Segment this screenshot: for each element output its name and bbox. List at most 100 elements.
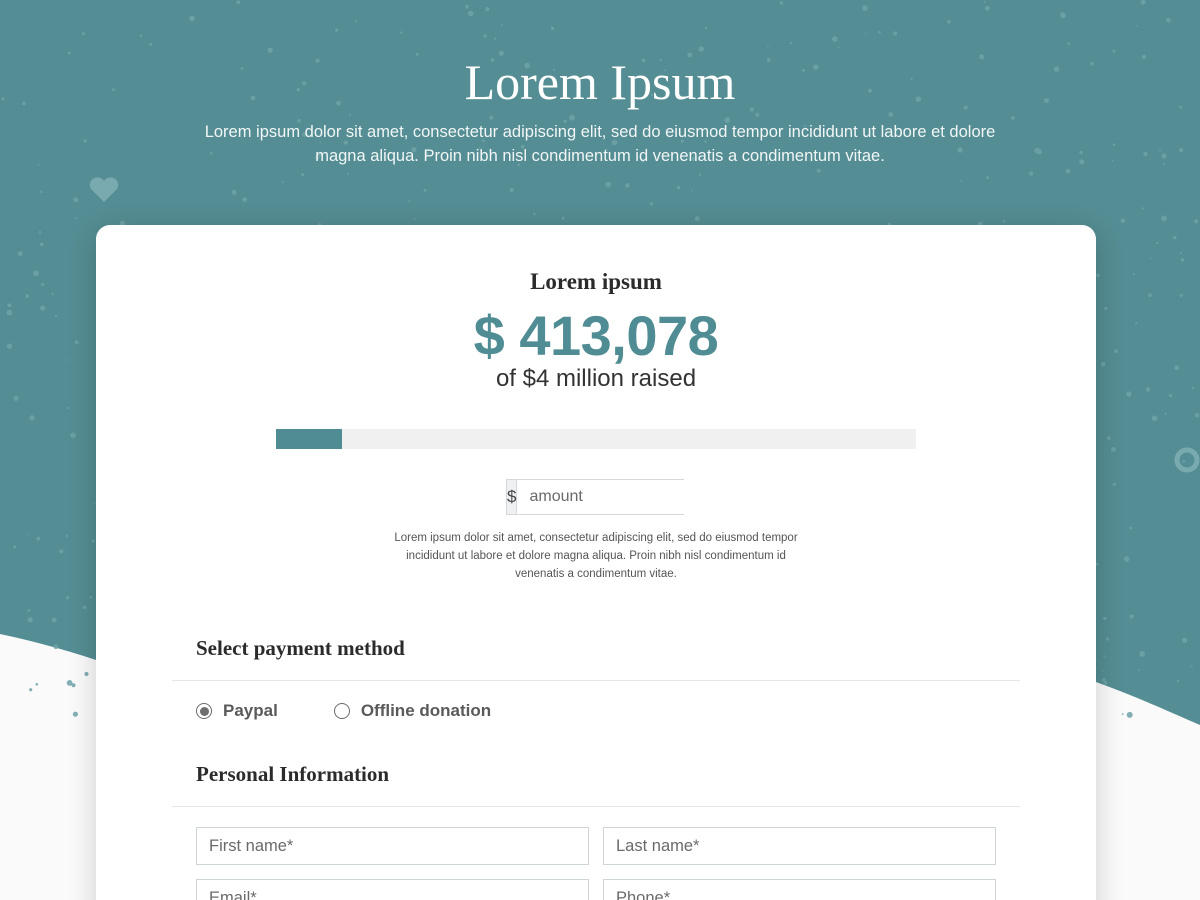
speckle (1179, 148, 1184, 153)
speckle (625, 183, 630, 188)
speckle (493, 37, 497, 40)
speckle (465, 4, 469, 9)
speckle (1151, 415, 1158, 422)
speckle (1149, 257, 1152, 260)
first-name-field[interactable] (196, 827, 589, 865)
speckle (1139, 651, 1146, 657)
speckle (413, 217, 416, 220)
speckle (82, 32, 85, 36)
speckle (17, 251, 23, 257)
payment-option-offline[interactable]: Offline donation (333, 701, 492, 721)
speckle (1136, 25, 1138, 27)
speckle (837, 46, 840, 48)
speckle (704, 26, 707, 30)
hero-title: Lorem Ipsum (464, 54, 736, 110)
speckle (29, 688, 33, 692)
speckle (550, 26, 555, 30)
speckle (1101, 669, 1104, 672)
raised-amount: $ 413,078 (473, 304, 719, 367)
speckle (139, 34, 143, 37)
speckle (354, 19, 357, 23)
speckle (1011, 116, 1015, 120)
phone-field[interactable] (603, 879, 996, 900)
speckle (1159, 149, 1161, 152)
donation-note: Lorem ipsum dolor sit amet, consectetur … (394, 532, 798, 580)
personal-info-divider (172, 806, 1020, 807)
speckle (27, 609, 31, 612)
speckle (65, 359, 67, 361)
speckle (1079, 150, 1083, 155)
speckle (1138, 669, 1141, 672)
speckle (39, 190, 43, 193)
speckle (38, 230, 42, 234)
goal-text: of $4 million raised (495, 365, 697, 392)
speckle (6, 309, 13, 316)
speckle (1120, 218, 1126, 223)
speckle (231, 189, 237, 195)
speckle (698, 46, 704, 52)
speckle (1037, 149, 1042, 155)
speckle (1129, 526, 1133, 530)
amount-input-group: $ (506, 479, 749, 515)
radio-selected-icon[interactable] (196, 703, 212, 719)
speckle (509, 187, 514, 192)
speckle (790, 42, 793, 45)
speckle (74, 340, 79, 345)
email-field[interactable] (196, 879, 589, 900)
speckle (862, 5, 868, 11)
donation-card: Lorem ipsum $ 413,078 of $4 million rais… (96, 225, 1096, 900)
speckle (1173, 235, 1177, 240)
speckle (65, 534, 69, 538)
speckle (1141, 207, 1144, 210)
speckle (1104, 306, 1108, 310)
speckle (1029, 171, 1034, 176)
speckle (1112, 482, 1116, 486)
speckle (82, 605, 87, 610)
speckle (59, 549, 64, 554)
speckle (408, 200, 411, 203)
speckle (983, 0, 986, 3)
speckle (533, 212, 536, 215)
speckle (959, 179, 962, 182)
speckle (72, 711, 78, 717)
payment-divider (172, 680, 1020, 681)
speckle (878, 30, 881, 34)
speckle (888, 112, 894, 117)
speckle (1163, 162, 1166, 165)
speckle (29, 415, 35, 421)
amount-input[interactable] (517, 480, 749, 514)
speckle (865, 32, 867, 35)
speckle (1106, 637, 1110, 641)
payment-option-paypal[interactable]: Paypal (196, 701, 278, 721)
speckle (893, 31, 898, 36)
speckle (1103, 616, 1107, 621)
payment-option-label: Offline donation (360, 701, 492, 720)
speckle (1194, 413, 1200, 418)
personal-info-heading: Personal Information (196, 762, 390, 786)
payment-method-heading: Select payment method (196, 636, 405, 660)
speckle (1126, 711, 1133, 718)
speckle (1103, 655, 1106, 658)
speckle (335, 28, 339, 32)
speckle (91, 539, 95, 543)
speckle (1146, 387, 1151, 392)
last-name-field[interactable] (603, 827, 996, 865)
speckle (41, 282, 45, 287)
speckle (51, 292, 54, 295)
speckle (1112, 143, 1116, 146)
speckle (1191, 386, 1195, 390)
speckle (7, 303, 12, 308)
speckle (1121, 713, 1124, 715)
donation-page: Lorem Ipsum Lorem ipsum dolor sit amet, … (0, 0, 1200, 900)
speckle (1067, 42, 1071, 45)
speckle (1182, 459, 1185, 463)
speckle (467, 10, 474, 17)
hero-description: Lorem ipsum dolor sit amet, consectetur … (204, 123, 996, 165)
speckle (36, 536, 41, 541)
speckle (27, 533, 29, 535)
speckle (6, 343, 13, 349)
radio-unselected-icon[interactable] (333, 703, 350, 719)
speckle (947, 19, 951, 24)
speckle (1180, 252, 1182, 255)
speckle (51, 617, 57, 623)
